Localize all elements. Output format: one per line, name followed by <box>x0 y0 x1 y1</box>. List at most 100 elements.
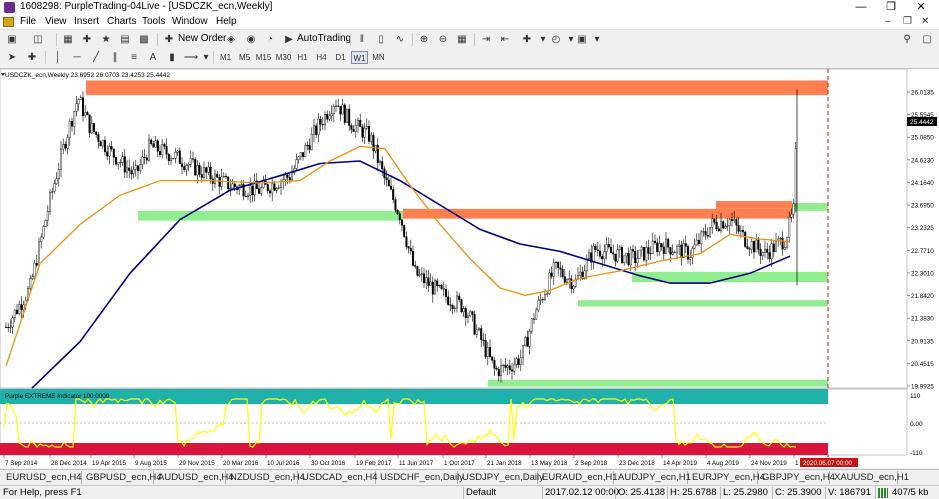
price-chart[interactable]: USDCZK_ecn,Weekly 23.6952 26.0703 23.425… <box>0 68 939 469</box>
new-chart-icon[interactable]: ▣ <box>4 32 20 47</box>
autotrading-button[interactable]: AutoTrading <box>297 33 351 44</box>
market-icon[interactable]: ◉ <box>243 32 259 47</box>
bar-chart-icon[interactable]: ‖ <box>354 32 370 47</box>
candle <box>559 267 562 270</box>
metaeditor-icon[interactable]: ◈ <box>223 32 239 47</box>
chart-tab[interactable]: USDCAD_ecn,H4 <box>298 471 378 484</box>
menu-charts[interactable]: Charts <box>107 16 136 27</box>
menu-help[interactable]: Help <box>216 16 237 27</box>
timeframe-m5[interactable]: M5 <box>236 51 253 64</box>
chart-tab[interactable]: AUDUSD_ecn,H4 <box>154 471 234 484</box>
menu-insert[interactable]: Insert <box>74 16 99 27</box>
line-chart-icon[interactable]: ∿ <box>392 32 408 47</box>
autotrading-icon[interactable]: ▶ <box>281 32 297 47</box>
candle <box>442 288 445 290</box>
new-order-icon[interactable]: ✚ <box>161 32 177 47</box>
chart-tab[interactable]: EURUSD_ecn,H4 <box>2 471 82 484</box>
arrows-dropdown-icon[interactable]: ▾ <box>198 50 214 65</box>
candle <box>158 151 161 156</box>
text-icon[interactable]: A <box>145 50 161 65</box>
arrows-icon[interactable]: ⟶ <box>183 50 199 65</box>
periods-icon[interactable]: ◴ <box>548 32 564 47</box>
date-tick-label: 29 Nov 2015 <box>179 460 215 467</box>
candle <box>304 145 307 157</box>
zoom-in-icon[interactable]: ⊕ <box>416 32 432 47</box>
templates-dropdown-icon[interactable]: ▾ <box>589 32 605 47</box>
chart-tab[interactable]: EURJPY_ecn,H4 <box>688 471 765 484</box>
mdi-close-button[interactable]: ✕ <box>921 16 929 27</box>
search-icon[interactable]: ⚲ <box>899 32 915 47</box>
timeframe-m15[interactable]: M15 <box>255 51 272 64</box>
mdi-restore-button[interactable]: ❐ <box>903 16 912 27</box>
chart-window[interactable]: USDCZK_ecn,Weekly 23.6952 26.0703 23.425… <box>0 68 939 468</box>
timeframe-mn[interactable]: MN <box>370 51 387 64</box>
candle <box>449 304 452 306</box>
candle <box>572 286 575 290</box>
menu-view[interactable]: View <box>45 16 67 27</box>
candle <box>198 165 201 175</box>
candlestick-icon[interactable]: ▯ <box>373 32 389 47</box>
candle <box>196 165 199 176</box>
candle <box>273 183 276 191</box>
candle <box>44 220 47 227</box>
chat-icon[interactable]: ▢ <box>919 32 935 47</box>
menu-file[interactable]: File <box>20 16 36 27</box>
candle <box>726 225 729 227</box>
timeframe-d1[interactable]: D1 <box>332 51 349 64</box>
candle <box>231 183 234 189</box>
candle <box>790 213 793 218</box>
candle <box>121 156 124 163</box>
status-open: O: 25.4138 <box>618 487 666 498</box>
chart-tab[interactable]: GBPJPY_ecn,H4 <box>758 471 835 484</box>
chart-tab[interactable]: USDCHF_ecn,Daily <box>376 471 464 484</box>
market-watch-icon[interactable]: ▦ <box>60 32 76 47</box>
chart-tab[interactable]: NZDUSD_ecn,H4 <box>226 471 305 484</box>
candle <box>695 239 698 246</box>
channel-icon[interactable]: ∥ <box>107 50 123 65</box>
chart-shift-icon[interactable]: ⇤ <box>497 32 513 47</box>
timeframe-w1[interactable]: W1 <box>351 51 368 64</box>
candle <box>673 252 676 254</box>
vertical-line-icon[interactable]: │ <box>50 50 66 65</box>
candle <box>99 141 102 147</box>
timeframe-h1[interactable]: H1 <box>294 51 311 64</box>
tile-windows-icon[interactable]: ▦ <box>454 32 470 47</box>
mdi-minimize-button[interactable]: – <box>885 16 891 27</box>
trendline-icon[interactable]: ╱ <box>88 50 104 65</box>
indicators-icon[interactable]: ✚ <box>519 32 535 47</box>
navigator-icon[interactable]: ★ <box>98 32 114 47</box>
horizontal-line-icon[interactable]: ─ <box>69 50 85 65</box>
cursor-icon[interactable]: ➤ <box>4 50 20 65</box>
candle <box>29 278 32 289</box>
signals-icon[interactable]: ◔ <box>262 32 278 47</box>
menu-window[interactable]: Window <box>172 16 208 27</box>
candle <box>22 304 25 310</box>
chart-tab[interactable]: GBPUSD_ecn,H4 <box>82 471 162 484</box>
candle <box>711 218 714 228</box>
profiles-icon[interactable]: ◫ <box>30 32 46 47</box>
minimize-button[interactable]: — <box>846 0 876 15</box>
chart-tab[interactable]: AUDJPY_ecn,H1 <box>614 471 691 484</box>
text-label-icon[interactable]: ▮ <box>164 50 180 65</box>
timeframe-m1[interactable]: M1 <box>217 51 234 64</box>
strategy-tester-icon[interactable]: ▩ <box>136 32 152 47</box>
templates-icon[interactable]: ▣ <box>574 32 590 47</box>
candle <box>781 238 784 250</box>
menu-tools[interactable]: Tools <box>142 16 165 27</box>
chart-tab[interactable]: EURAUD_ecn,H1 <box>538 471 618 484</box>
autoscroll-icon[interactable]: ⇥ <box>478 32 494 47</box>
candle <box>31 276 34 279</box>
data-window-icon[interactable]: ✚ <box>79 32 95 47</box>
candle <box>427 277 430 286</box>
new-order-button[interactable]: New Order <box>178 33 226 44</box>
chart-tab[interactable]: XAUUSD_ecn,H1 <box>830 471 909 484</box>
fibonacci-icon[interactable]: ≡ <box>126 50 142 65</box>
timeframe-m30[interactable]: M30 <box>275 51 292 64</box>
chart-tab[interactable]: USDJPY_ecn,Daily <box>458 471 544 484</box>
maximize-button[interactable]: ❐ <box>876 0 906 15</box>
close-button[interactable]: ✕ <box>906 0 936 15</box>
terminal-icon[interactable]: ▤ <box>117 32 133 47</box>
timeframe-h4[interactable]: H4 <box>313 51 330 64</box>
crosshair-icon[interactable]: ✚ <box>24 50 40 65</box>
zoom-out-icon[interactable]: ⊖ <box>435 32 451 47</box>
